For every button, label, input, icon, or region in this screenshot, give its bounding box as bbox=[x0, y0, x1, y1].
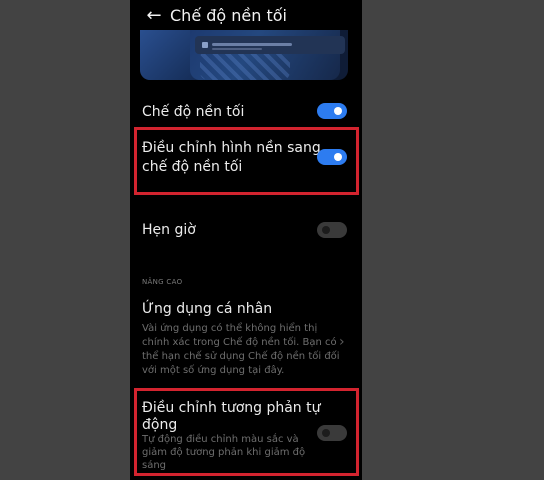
personal-apps-desc-line: thể hạn chế sử dụng Chế độ nền tối đối bbox=[142, 351, 340, 362]
preview-text-line bbox=[212, 43, 292, 46]
toggle-knob bbox=[322, 226, 330, 234]
page-title: Chế độ nền tối bbox=[170, 6, 287, 25]
wallpaper-preview bbox=[140, 30, 348, 80]
highlight-box-auto-contrast bbox=[134, 388, 359, 476]
personal-apps-desc-line: chính xác trong Chế độ nền tối. Bạn có bbox=[142, 337, 337, 348]
personal-apps-desc-line: với một số ứng dụng tại đây. bbox=[142, 365, 285, 376]
section-header-advanced: NÂNG CAO bbox=[142, 278, 183, 286]
preview-wallpaper-pattern bbox=[200, 50, 290, 80]
toggle-knob bbox=[334, 107, 342, 115]
preview-icon bbox=[202, 42, 208, 48]
schedule-label: Hẹn giờ bbox=[142, 222, 196, 238]
dark-mode-label: Chế độ nền tối bbox=[142, 104, 245, 120]
back-arrow-icon[interactable]: ← bbox=[144, 7, 164, 27]
chevron-right-icon: › bbox=[339, 334, 345, 350]
preview-text-line bbox=[212, 48, 262, 50]
highlight-box-adjust-wallpaper bbox=[134, 127, 359, 195]
personal-apps-desc-line: Vài ứng dụng có thể không hiển thị bbox=[142, 323, 318, 334]
personal-apps-title: Ứng dụng cá nhân bbox=[142, 301, 273, 317]
top-bar: ← Chế độ nền tối bbox=[130, 0, 362, 34]
dark-mode-toggle[interactable] bbox=[317, 103, 347, 119]
schedule-toggle[interactable] bbox=[317, 222, 347, 238]
